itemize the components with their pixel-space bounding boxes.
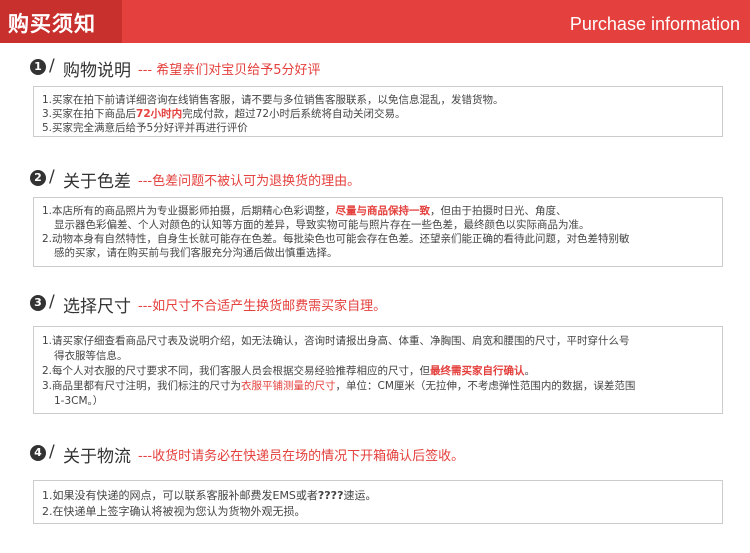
header-banner: 购买须知 Purchase information xyxy=(0,0,750,43)
section-number-badge: 4 xyxy=(30,445,46,461)
section-header: 1 / 购物说明 --- 希望亲们对宝贝给予5分好评 xyxy=(30,56,730,81)
section-header: 2 / 关于色差 ---色差问题不被认可为退换货的理由。 xyxy=(30,167,730,192)
text-line: 1.请买家仔细查看商品尺寸表及说明介绍，如无法确认，咨询时请报出身高、体重、净胸… xyxy=(42,335,630,347)
header-title: 购买须知 xyxy=(8,12,96,36)
section-title: 购物说明 xyxy=(63,61,131,81)
section-content-box: 1.本店所有的商品照片为专业摄影师拍摄，后期精心色彩调整，尽量与商品保持一致，但… xyxy=(33,197,723,267)
section-slash: / xyxy=(49,167,55,187)
section-title: 选择尺寸 xyxy=(63,297,131,317)
section-content-box: 1.如果没有快递的网点，可以联系客服补邮费发EMS或者????速运。 2.在快递… xyxy=(33,480,723,524)
text-line: 3.商品里都有尺寸注明，我们标注的尺寸为衣服平铺测量的尺寸，单位：CM厘米（无拉… xyxy=(42,380,636,392)
section-title: 关于物流 xyxy=(63,447,131,467)
section-subtitle: --- 希望亲们对宝贝给予5分好评 xyxy=(138,63,321,78)
text-line: 1.买家在拍下前请详细咨询在线销售客服，请不要与多位销售客服联系，以免信息混乱，… xyxy=(42,94,504,106)
text-line: 1.本店所有的商品照片为专业摄影师拍摄，后期精心色彩调整，尽量与商品保持一致，但… xyxy=(42,205,567,217)
section-subtitle: ---如尺寸不合适产生换货邮费需买家自理。 xyxy=(138,299,387,314)
section-number-badge: 3 xyxy=(30,295,46,311)
section-color-difference: 2 / 关于色差 ---色差问题不被认可为退换货的理由。 1.本店所有的商品照片… xyxy=(30,167,730,267)
header-english-title: Purchase information xyxy=(569,14,740,34)
section-slash: / xyxy=(49,292,55,312)
text-line: 1-3CM。） xyxy=(54,395,104,407)
section-subtitle: ---收货时请务必在快递员在场的情况下开箱确认后签收。 xyxy=(138,449,465,464)
section-header: 3 / 选择尺寸 ---如尺寸不合适产生换货邮费需买家自理。 xyxy=(30,292,730,317)
section-content-box: 1.买家在拍下前请详细咨询在线销售客服，请不要与多位销售客服联系，以免信息混乱，… xyxy=(33,86,723,137)
text-line: 2.在快递单上签字确认将被视为您认为货物外观无损。 xyxy=(42,505,306,518)
section-slash: / xyxy=(49,56,55,76)
text-line: 感的买家，请在购买前与我们客服充分沟通后做出慎重选择。 xyxy=(54,247,338,259)
section-header: 4 / 关于物流 ---收货时请务必在快递员在场的情况下开箱确认后签收。 xyxy=(30,442,730,467)
text-line: 3.买家在拍下商品后72小时内完成付款，超过72小时后系统将自动关闭交易。 xyxy=(42,108,406,120)
section-content-box: 1.请买家仔细查看商品尺寸表及说明介绍，如无法确认，咨询时请报出身高、体重、净胸… xyxy=(33,326,723,414)
text-line: 1.如果没有快递的网点，可以联系客服补邮费发EMS或者????速运。 xyxy=(42,489,377,502)
section-slash: / xyxy=(49,442,55,462)
text-line: 5.买家完全满意后给予5分好评并再进行评价 xyxy=(42,122,248,134)
section-logistics: 4 / 关于物流 ---收货时请务必在快递员在场的情况下开箱确认后签收。 1.如… xyxy=(30,442,730,524)
section-shopping-notes: 1 / 购物说明 --- 希望亲们对宝贝给予5分好评 1.买家在拍下前请详细咨询… xyxy=(30,56,730,137)
header-title-box: 购买须知 xyxy=(0,0,122,43)
section-number-badge: 2 xyxy=(30,170,46,186)
section-subtitle: ---色差问题不被认可为退换货的理由。 xyxy=(138,174,361,189)
text-line: 得衣服等信息。 xyxy=(54,350,128,362)
section-title: 关于色差 xyxy=(63,172,131,192)
text-line: 2.动物本身有自然特性，自身生长就可能存在色差。每批染色也可能会存在色差。还望亲… xyxy=(42,233,630,245)
section-number-badge: 1 xyxy=(30,59,46,75)
text-line: 2.每个人对衣服的尺寸要求不同，我们客服人员会根据交易经验推荐相应的尺寸，但最终… xyxy=(42,365,536,377)
text-line: 显示器色彩偏差、个人对颜色的认知等方面的差异，导致实物可能与照片存在一些色差，最… xyxy=(54,219,590,231)
section-choose-size: 3 / 选择尺寸 ---如尺寸不合适产生换货邮费需买家自理。 1.请买家仔细查看… xyxy=(30,292,730,414)
